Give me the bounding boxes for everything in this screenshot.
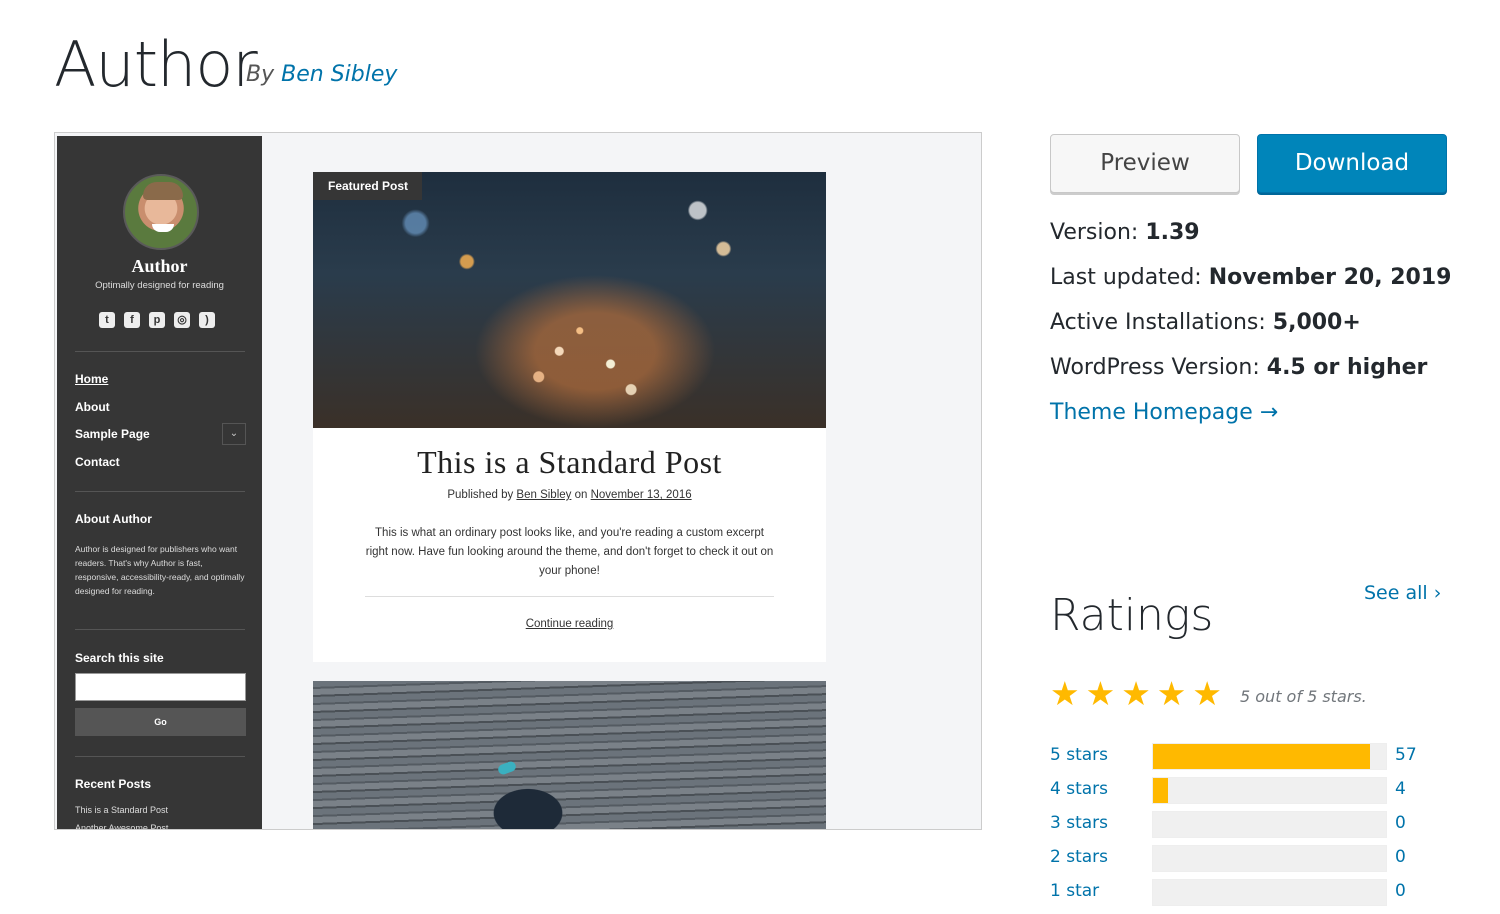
second-post-image	[313, 681, 826, 829]
chevron-down-icon: ⌄	[222, 423, 246, 445]
updated-row: Last updated: November 20, 2019	[1050, 265, 1451, 290]
twitter-icon: t	[99, 312, 115, 328]
star-icon: ★	[1050, 674, 1080, 713]
ratings-heading: Ratings	[1050, 590, 1214, 641]
nav-contact: Contact	[75, 454, 120, 469]
about-heading: About Author	[75, 512, 152, 526]
meta-date: November 13, 2016	[590, 489, 692, 501]
rating-row[interactable]: 5 stars 57	[1050, 743, 1450, 771]
rating-count[interactable]: 4	[1395, 779, 1406, 799]
installs-value: 5,000+	[1272, 310, 1361, 335]
post-hero-image	[313, 172, 826, 428]
sidebar-site-name: Author	[131, 256, 188, 276]
meta-prefix: Published by	[447, 489, 514, 501]
nav-about: About	[75, 399, 110, 414]
star-icon: ★	[1085, 674, 1116, 713]
rating-bar	[1152, 879, 1387, 906]
star-icon: ★	[1192, 674, 1222, 713]
nav-home: Home	[75, 372, 109, 386]
theme-homepage-link[interactable]: Theme Homepage →	[1050, 400, 1278, 425]
search-heading: Search this site	[75, 651, 164, 665]
divider	[75, 351, 245, 352]
updated-value: November 20, 2019	[1208, 265, 1452, 290]
rss-icon: )	[199, 312, 215, 328]
about-text: Author is designed for publishers who wa…	[75, 544, 245, 596]
preview-search-button: Go	[75, 708, 246, 736]
byline-prefix: By	[246, 62, 275, 87]
post-excerpt: This is what an ordinary post looks like…	[365, 527, 774, 577]
star-icon: ★	[1156, 674, 1187, 713]
featured-post-card: Featured Post This is a Standard Post Pu…	[313, 172, 826, 662]
rating-bar-fill	[1153, 778, 1169, 803]
divider	[75, 629, 245, 630]
featured-badge: Featured Post	[313, 172, 423, 200]
rating-label[interactable]: 1 star	[1050, 881, 1099, 901]
person-figure	[468, 760, 588, 829]
version-row: Version: 1.39	[1050, 220, 1200, 245]
divider	[75, 491, 245, 492]
post-title: This is a Standard Post	[417, 444, 722, 480]
preview-button[interactable]: Preview	[1050, 134, 1240, 193]
rating-row[interactable]: 1 star 0	[1050, 879, 1450, 907]
recent-posts: This is a Standard Post Another Awesome …	[75, 801, 169, 830]
meta-on: on	[574, 489, 588, 501]
theme-screenshot: Author Optimally designed for reading t …	[54, 132, 982, 830]
rating-bar	[1152, 845, 1387, 872]
sidebar-tagline: Optimally designed for reading	[95, 280, 224, 291]
updated-label: Last updated:	[1050, 265, 1202, 290]
installs-row: Active Installations: 5,000+	[1050, 310, 1361, 335]
wp-value: 4.5 or higher	[1266, 355, 1428, 380]
wp-label: WordPress Version:	[1050, 355, 1260, 380]
instagram-icon: ◎	[174, 312, 190, 328]
rating-label[interactable]: 2 stars	[1050, 847, 1108, 867]
rating-count[interactable]: 0	[1395, 881, 1406, 901]
post-meta: Published by Ben Sibley on November 13, …	[313, 489, 826, 501]
rating-label[interactable]: 3 stars	[1050, 813, 1108, 833]
version-value: 1.39	[1145, 220, 1200, 245]
rating-bar	[1152, 777, 1387, 804]
divider	[75, 756, 245, 757]
social-icons: t f p ◎ )	[99, 312, 215, 328]
stars-text: 5 out of 5 stars.	[1240, 687, 1367, 706]
wp-version-row: WordPress Version: 4.5 or higher	[1050, 355, 1427, 380]
see-all-link[interactable]: See all ›	[1364, 582, 1441, 604]
rating-bar	[1152, 811, 1387, 838]
rating-count[interactable]: 0	[1395, 813, 1406, 833]
version-label: Version:	[1050, 220, 1139, 245]
rating-count[interactable]: 57	[1395, 745, 1417, 765]
star-icon: ★	[1121, 674, 1151, 713]
rating-row[interactable]: 2 stars 0	[1050, 845, 1450, 873]
rating-bar-fill	[1153, 744, 1370, 769]
preview-search-input	[75, 673, 246, 701]
author-avatar	[123, 174, 199, 250]
author-link[interactable]: Ben Sibley	[281, 62, 397, 87]
facebook-icon: f	[124, 312, 140, 328]
rating-count[interactable]: 0	[1395, 847, 1406, 867]
divider	[365, 596, 774, 597]
theme-title: Author	[54, 28, 258, 101]
rating-row[interactable]: 3 stars 0	[1050, 811, 1450, 839]
continue-reading: Continue reading	[525, 618, 614, 630]
pinterest-icon: p	[149, 312, 165, 328]
rating-label[interactable]: 4 stars	[1050, 779, 1108, 799]
rating-label[interactable]: 5 stars	[1050, 745, 1108, 765]
preview-sidebar: Author Optimally designed for reading t …	[57, 136, 262, 830]
star-rating: ★ ★ ★ ★ ★	[1050, 676, 1222, 712]
recent-post: This is a Standard Post	[75, 805, 169, 815]
rating-bar	[1152, 743, 1387, 770]
sidebar-nav: Home About Sample Page Contact	[75, 372, 150, 482]
download-button[interactable]: Download	[1257, 134, 1447, 193]
recent-post: Another Awesome Post	[75, 823, 169, 830]
installs-label: Active Installations:	[1050, 310, 1266, 335]
recent-heading: Recent Posts	[75, 777, 152, 791]
nav-sample-page: Sample Page	[75, 427, 150, 441]
rating-row[interactable]: 4 stars 4	[1050, 777, 1450, 805]
theme-byline: By Ben Sibley	[246, 62, 397, 87]
meta-author: Ben Sibley	[516, 489, 572, 501]
